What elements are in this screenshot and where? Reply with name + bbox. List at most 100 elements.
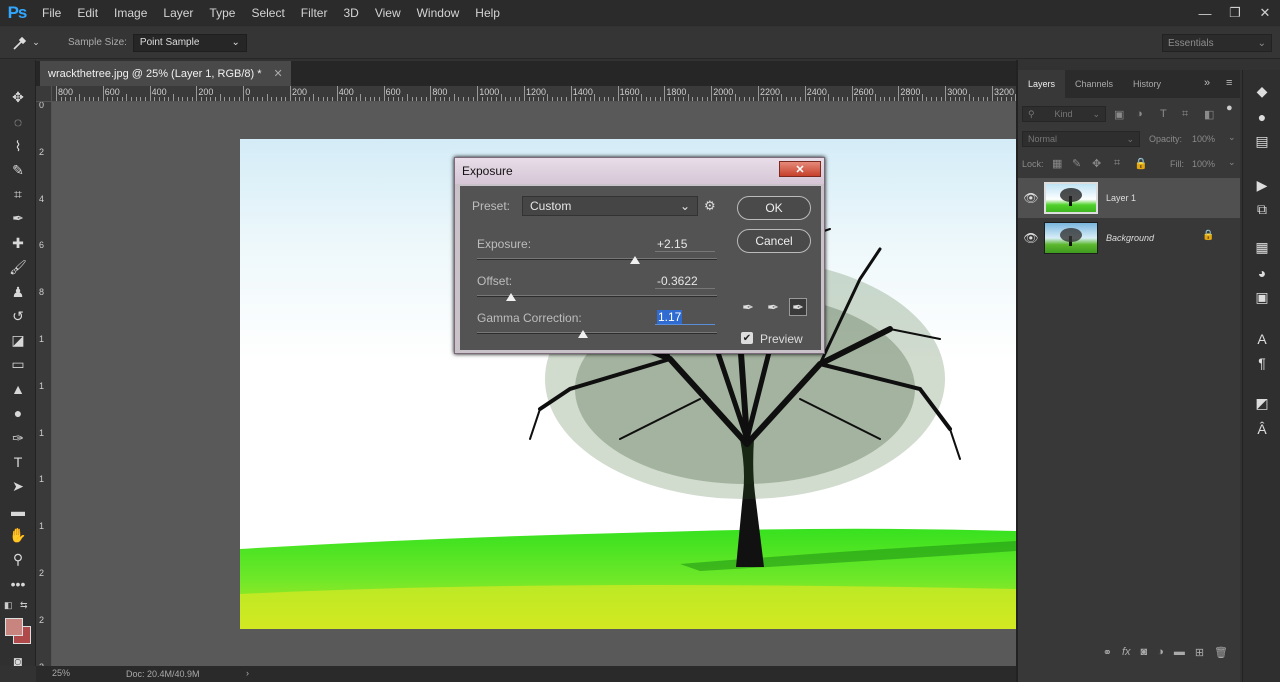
menu-help[interactable]: Help — [467, 0, 508, 26]
dialog-close-button[interactable]: ✕ — [779, 161, 821, 177]
exposure-slider-track[interactable] — [477, 258, 717, 260]
chevron-down-icon[interactable]: ⌄ — [1228, 132, 1236, 143]
gradient-tool-icon[interactable]: ▭ — [5, 353, 31, 375]
exposure-value-field[interactable]: +2.15 — [655, 237, 715, 252]
hand-tool-icon[interactable]: ✋ — [5, 524, 31, 546]
menu-layer[interactable]: Layer — [155, 0, 201, 26]
color-icon[interactable]: ◕ — [1250, 262, 1274, 284]
character-icon[interactable]: A — [1250, 328, 1274, 350]
preset-select[interactable]: Custom ⌄ — [522, 196, 698, 216]
menu-select[interactable]: Select — [243, 0, 292, 26]
vertical-ruler[interactable]: 0246811111222 — [36, 86, 52, 666]
minimize-button[interactable]: — — [1190, 6, 1220, 21]
new-layer-icon[interactable]: ⊞ — [1195, 646, 1204, 659]
menu-edit[interactable]: Edit — [69, 0, 106, 26]
menu-file[interactable]: File — [34, 0, 69, 26]
dodge-tool-icon[interactable]: ● — [5, 402, 31, 424]
layer-name[interactable]: Layer 1 — [1106, 193, 1136, 203]
tab-history[interactable]: History — [1123, 70, 1171, 98]
offset-slider-thumb[interactable] — [505, 293, 516, 301]
white-point-eyedropper-icon[interactable]: ✒ — [789, 298, 807, 316]
horizontal-ruler[interactable]: 800 600 400 200 0 200 400 600 800 1000 1200 1400 160… — [52, 86, 1016, 102]
lock-image-icon[interactable]: ✎ — [1072, 157, 1081, 170]
fill-value[interactable]: 100% — [1192, 159, 1215, 169]
paragraph-icon[interactable]: ¶ — [1250, 352, 1274, 374]
document-tab[interactable]: wrackthetree.jpg @ 25% (Layer 1, RGB/8) … — [40, 61, 291, 86]
layer-thumbnail[interactable] — [1044, 182, 1098, 214]
filter-kind-select[interactable]: ⚲ Kind ⌄ — [1022, 106, 1106, 122]
gamma-slider-track[interactable] — [477, 332, 717, 334]
blend-mode-select[interactable]: Normal ⌄ — [1022, 131, 1140, 147]
workspace-select[interactable]: Essentials ⌄ — [1162, 34, 1272, 52]
lock-icon[interactable]: 🔒 — [1202, 230, 1214, 241]
zoom-tool-icon[interactable]: ⚲ — [5, 548, 31, 570]
link-layers-icon[interactable]: ⚭ — [1103, 646, 1112, 659]
styles-icon[interactable]: ⧉ — [1250, 198, 1274, 220]
properties-icon[interactable]: ▤ — [1250, 130, 1274, 152]
layer-row-background[interactable]: 👁 Background 🔒 — [1018, 218, 1240, 258]
move-tool-icon[interactable]: ✥ — [5, 86, 31, 108]
chevron-down-icon[interactable]: ⌄ — [1228, 157, 1236, 168]
opacity-value[interactable]: 100% — [1192, 134, 1215, 144]
menu-view[interactable]: View — [367, 0, 409, 26]
clone-stamp-tool-icon[interactable]: ♟ — [5, 281, 31, 303]
delete-layer-icon[interactable]: 🗑 — [1214, 646, 1228, 659]
filter-type-icon[interactable]: T — [1160, 108, 1167, 120]
filter-pixel-icon[interactable]: ▣ — [1114, 108, 1124, 121]
ok-button[interactable]: OK — [737, 196, 811, 220]
pen-tool-icon[interactable]: ✑ — [5, 427, 31, 449]
lock-transparent-icon[interactable]: ▦ — [1052, 157, 1062, 170]
default-colors-icon[interactable]: ◧ — [4, 600, 14, 610]
quick-mask-icon[interactable]: ◙ — [5, 650, 31, 672]
filter-adjustment-icon[interactable]: ◑ — [1136, 108, 1143, 120]
sample-size-select[interactable]: Point Sample ⌄ — [132, 33, 247, 52]
layer-thumbnail[interactable] — [1044, 222, 1098, 254]
panel-menu-icon[interactable]: ≡ — [1226, 77, 1232, 89]
cancel-button[interactable]: Cancel — [737, 229, 811, 253]
new-adjustment-layer-icon[interactable]: ◑ — [1157, 646, 1164, 658]
libraries-icon[interactable]: ◆ — [1250, 80, 1274, 102]
blur-tool-icon[interactable]: ▲ — [5, 378, 31, 400]
offset-value-field[interactable]: -0.3622 — [655, 274, 715, 289]
collapse-panels-icon[interactable]: » — [1204, 77, 1210, 89]
layer-style-icon[interactable]: fx — [1122, 646, 1131, 658]
eye-icon[interactable]: 👁 — [1018, 191, 1044, 205]
close-tab-icon[interactable]: ✕ — [274, 67, 283, 80]
layer-row-layer-1[interactable]: 👁 Layer 1 — [1018, 178, 1240, 218]
close-window-button[interactable]: ✕ — [1250, 5, 1280, 21]
add-mask-icon[interactable]: ◙ — [1141, 646, 1148, 658]
crop-tool-icon[interactable]: ⌗ — [5, 183, 31, 205]
filter-shape-icon[interactable]: ⌗ — [1182, 108, 1188, 121]
marquee-tool-icon[interactable]: ◌ — [5, 111, 31, 133]
menu-window[interactable]: Window — [409, 0, 468, 26]
foreground-color-swatch[interactable] — [5, 618, 23, 636]
ruler-origin[interactable] — [36, 86, 52, 102]
tab-layers[interactable]: Layers — [1018, 70, 1066, 98]
lasso-tool-icon[interactable]: ⌇ — [5, 135, 31, 157]
brush-tool-icon[interactable]: 🖌 — [5, 256, 31, 278]
history-brush-tool-icon[interactable]: ↺ — [5, 305, 31, 327]
gray-point-eyedropper-icon[interactable]: ✒ — [764, 298, 782, 316]
healing-brush-tool-icon[interactable]: ✚ — [5, 232, 31, 254]
rectangle-tool-icon[interactable]: ▬ — [5, 500, 31, 522]
menu-filter[interactable]: Filter — [293, 0, 336, 26]
swap-colors-icon[interactable]: ⇆ — [20, 600, 32, 610]
brushes-icon[interactable]: ▣ — [1250, 286, 1274, 308]
swatches-icon[interactable]: ▦ — [1250, 236, 1274, 258]
adjustments-icon[interactable]: ● — [1250, 106, 1274, 128]
dialog-title[interactable]: Exposure — [455, 158, 824, 184]
restore-button[interactable]: ❐ — [1220, 5, 1250, 21]
filter-toggle-icon[interactable]: ● — [1226, 102, 1233, 114]
tab-channels[interactable]: Channels — [1065, 70, 1123, 98]
menu-image[interactable]: Image — [106, 0, 155, 26]
eye-icon[interactable]: 👁 — [1018, 231, 1044, 245]
quick-selection-tool-icon[interactable]: ✎ — [5, 159, 31, 181]
preset-options-gear-icon[interactable]: ⚙ — [704, 198, 716, 214]
exposure-slider-thumb[interactable] — [630, 256, 641, 264]
clone-source-icon[interactable]: ◩ — [1250, 392, 1274, 414]
black-point-eyedropper-icon[interactable]: ✒ — [739, 298, 757, 316]
more-tools-icon[interactable]: ••• — [5, 573, 31, 595]
lock-all-icon[interactable]: 🔒 — [1134, 157, 1148, 170]
preview-checkbox[interactable]: ✔ — [741, 332, 753, 344]
layer-name[interactable]: Background — [1106, 233, 1154, 243]
